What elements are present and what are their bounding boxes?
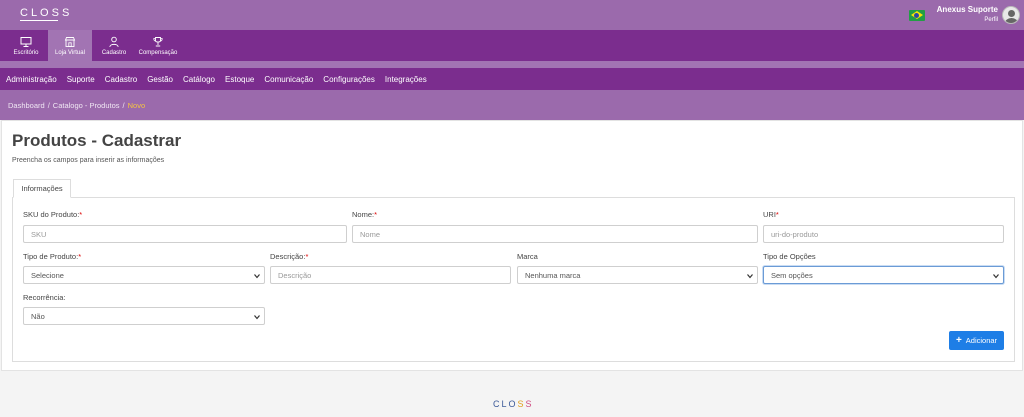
marca-value: Nenhuma marca: [525, 270, 581, 280]
nav-gestao[interactable]: Gestão: [147, 75, 173, 84]
module-label: Escritório: [13, 49, 39, 56]
tipo-opcoes-value: Sem opções: [771, 270, 813, 280]
user-name: Anexus Suporte: [936, 5, 998, 14]
user-area: Anexus Suporte Perfil: [908, 2, 1020, 28]
main-nav: Administração Suporte Cadastro Gestão Ca…: [0, 68, 1024, 90]
divider-stripe: [0, 61, 1024, 68]
user-profile-link[interactable]: Perfil: [937, 15, 998, 25]
footer-logo-letter: L: [501, 399, 509, 409]
trophy-icon: [153, 36, 163, 46]
module-label: Compensação: [138, 49, 178, 56]
footer-logo-letter: O: [508, 399, 518, 409]
module-escritorio[interactable]: Escritório: [6, 30, 46, 61]
nav-administracao[interactable]: Administração: [6, 75, 57, 84]
tipo-opcoes-label: Tipo de Opções: [763, 252, 816, 261]
plus-icon: +: [955, 334, 962, 346]
breadcrumb-bar: Dashboard / Catalogo - Produtos / Novo: [0, 90, 1024, 120]
tab-panel: SKU do Produto:* SKU Nome:* Nome URI* ur…: [12, 197, 1015, 362]
page-subtitle: Preencha os campos para inserir as infor…: [12, 157, 165, 164]
footer-logo-letter: S: [525, 399, 534, 409]
tipo-opcoes-select[interactable]: Sem opções: [763, 266, 1004, 284]
tipo-produto-label: Tipo de Produto:*: [23, 252, 82, 261]
descricao-input[interactable]: Descrição: [270, 266, 511, 284]
uri-input[interactable]: uri-do-produto: [763, 225, 1004, 243]
sku-input[interactable]: SKU: [23, 225, 347, 243]
page-title: Produtos - Cadastrar: [12, 131, 182, 150]
breadcrumb-catalogo-produtos[interactable]: Catalogo - Produtos: [53, 101, 120, 110]
recorrencia-select[interactable]: Não: [23, 307, 265, 325]
recorrencia-value: Não: [31, 311, 45, 321]
module-cadastro[interactable]: Cadastro: [94, 30, 134, 61]
nav-integracoes[interactable]: Integrações: [385, 75, 427, 84]
nome-label: Nome:*: [352, 210, 378, 219]
nav-comunicacao[interactable]: Comunicação: [264, 75, 313, 84]
add-button[interactable]: + Adicionar: [949, 331, 1004, 350]
uri-label: URI*: [763, 210, 779, 219]
top-bar: CLOSS Anexus Suporte Perfil: [0, 0, 1024, 30]
marca-select[interactable]: Nenhuma marca: [517, 266, 758, 284]
sku-label: SKU do Produto:*: [23, 210, 83, 219]
footer-logo-letter: S: [517, 399, 526, 409]
descricao-label: Descrição:*: [270, 252, 309, 261]
nav-catalogo[interactable]: Catálogo: [183, 75, 215, 84]
nav-configuracoes[interactable]: Configurações: [323, 75, 375, 84]
marca-label: Marca: [517, 252, 538, 261]
monitor-icon: [20, 36, 32, 47]
tab-informacoes[interactable]: Informações: [13, 179, 71, 198]
breadcrumb-dashboard[interactable]: Dashboard: [8, 101, 45, 110]
nav-suporte[interactable]: Suporte: [67, 75, 95, 84]
module-label: Loja Virtual: [55, 49, 85, 56]
nome-input[interactable]: Nome: [352, 225, 758, 243]
recorrencia-label: Recorrência:: [23, 293, 66, 302]
logo-text: CLOSS: [20, 7, 73, 19]
store-icon: [64, 36, 76, 47]
add-button-label: Adicionar: [965, 336, 998, 345]
breadcrumb: Dashboard / Catalogo - Produtos / Novo: [8, 101, 146, 110]
chevron-down-icon: [747, 274, 753, 279]
footer-logo: CLOSS: [493, 399, 534, 409]
footer-logo-letter: C: [493, 399, 502, 409]
form-card: Produtos - Cadastrar Preencha os campos …: [1, 120, 1023, 371]
brazil-flag-icon[interactable]: [908, 9, 925, 21]
tipo-produto-value: Selecione: [31, 270, 64, 280]
module-compensacao[interactable]: Compensação: [136, 30, 180, 61]
nav-cadastro[interactable]: Cadastro: [105, 75, 137, 84]
tipo-produto-select[interactable]: Selecione: [23, 266, 265, 284]
chevron-down-icon: [254, 315, 260, 320]
breadcrumb-current: Novo: [127, 101, 146, 110]
avatar[interactable]: [1002, 6, 1020, 24]
user-icon: [109, 36, 119, 47]
module-bar: Escritório Loja Virtual Cadastro Compens…: [0, 30, 1024, 61]
chevron-down-icon: [254, 274, 260, 279]
brand-logo[interactable]: CLOSS: [20, 7, 72, 21]
chevron-down-icon: [993, 274, 999, 279]
module-label: Cadastro: [101, 49, 127, 56]
user-info[interactable]: Anexus Suporte Perfil: [937, 5, 998, 25]
nav-estoque[interactable]: Estoque: [225, 75, 254, 84]
module-loja-virtual[interactable]: Loja Virtual: [48, 30, 92, 61]
